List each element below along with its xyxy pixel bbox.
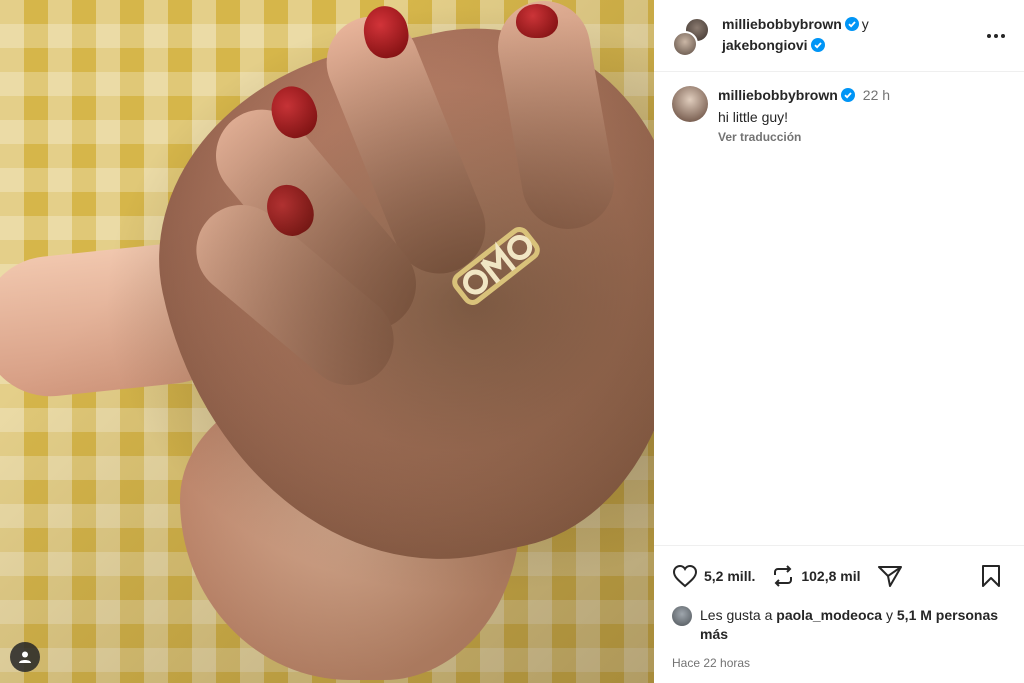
repost-count[interactable]: 102,8 mil (801, 568, 860, 584)
post-header: milliebobbybrown y jakebongiovi (654, 0, 1024, 72)
photo-shading (0, 0, 654, 683)
joiner-text: y (861, 15, 869, 32)
caption-time[interactable]: 22 h (863, 87, 890, 103)
caption-text: hi little guy! (718, 109, 789, 125)
repost-icon (774, 565, 793, 587)
verified-badge-icon (840, 88, 855, 106)
likes-summary: Les gusta a paola_modeoca y 5,1 M person… (654, 606, 1024, 644)
share-button[interactable] (877, 564, 909, 588)
avatar (672, 30, 698, 57)
likes-middle: y (886, 607, 893, 623)
action-bar: 5,2 mill. 102,8 mil (654, 546, 1024, 606)
user-icon (19, 651, 31, 663)
save-button[interactable] (980, 564, 1008, 588)
heart-icon (672, 564, 698, 588)
avatar[interactable] (672, 86, 708, 122)
like-count[interactable]: 5,2 mill. (704, 568, 755, 584)
avatar (672, 606, 692, 626)
repost-button[interactable]: 102,8 mil (771, 564, 861, 588)
liker-username[interactable]: paola_modeoca (776, 607, 882, 623)
more-options-button[interactable] (982, 22, 1010, 50)
verified-badge-icon (844, 16, 859, 36)
post-timestamp[interactable]: Hace 22 horas (654, 644, 1024, 670)
bookmark-icon (982, 565, 1000, 587)
like-button[interactable]: 5,2 mill. (672, 564, 755, 588)
verified-badge-icon (810, 37, 825, 57)
send-icon (877, 566, 902, 587)
collab-avatars[interactable] (670, 15, 712, 57)
see-translation-link[interactable]: Ver traducción (718, 128, 890, 146)
post-caption: milliebobbybrown 22 h hi little guy! Ver … (654, 72, 1024, 146)
post-actions-section: 5,2 mill. 102,8 mil Les gusta a paola_mo… (654, 545, 1024, 670)
post-side-panel: milliebobbybrown y jakebongiovi milliebob… (654, 0, 1024, 683)
username-link[interactable]: jakebongiovi (722, 37, 808, 53)
username-link[interactable]: milliebobbybrown (722, 16, 842, 32)
caption-username[interactable]: milliebobbybrown (718, 87, 838, 103)
more-horizontal-icon (987, 33, 1005, 38)
likes-prefix: Les gusta a (700, 607, 773, 623)
post-photo[interactable] (0, 0, 654, 683)
tagged-users-button[interactable] (10, 642, 40, 672)
collab-usernames: milliebobbybrown y jakebongiovi (722, 15, 982, 57)
